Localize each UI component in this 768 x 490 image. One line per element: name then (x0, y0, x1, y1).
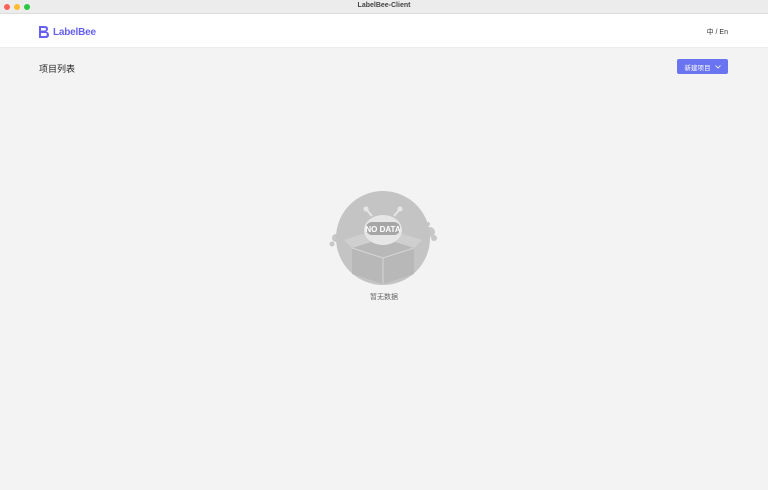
window-titlebar: LabelBee-Client (0, 0, 768, 14)
no-data-illustration: NO DATA (329, 191, 437, 285)
empty-state-message: 暂无数据 (370, 294, 398, 301)
new-project-label: 新建项目 (684, 64, 711, 72)
no-data-badge-text: NO DATA (365, 225, 400, 234)
app-header: LabelBee 中 / En (0, 14, 768, 48)
window-title: LabelBee-Client (357, 2, 411, 9)
new-project-button[interactable]: 新建项目 (677, 59, 728, 74)
page-title: 项目列表 (39, 64, 76, 74)
language-toggle[interactable]: 中 / En (707, 27, 728, 37)
chevron-down-icon (714, 64, 721, 69)
logo[interactable]: LabelBee (38, 24, 96, 40)
labelbee-logo-icon (39, 26, 49, 38)
logo-text: LabelBee (53, 26, 96, 38)
